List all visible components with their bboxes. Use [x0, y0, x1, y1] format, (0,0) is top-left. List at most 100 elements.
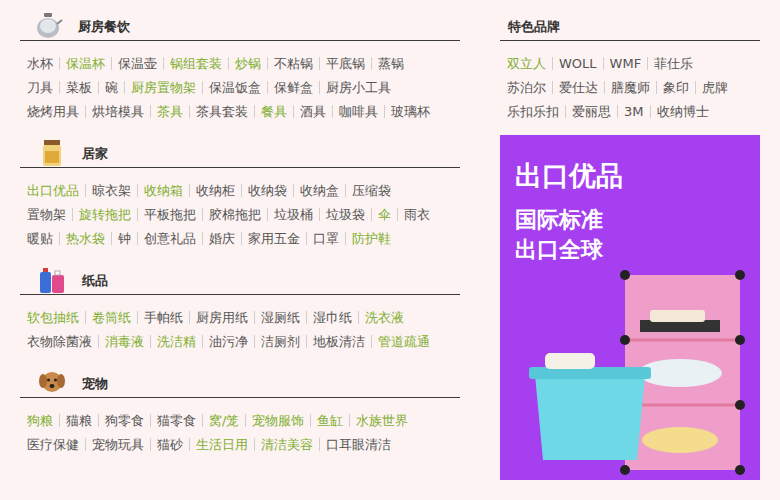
category-link[interactable]: 水杯 — [20, 57, 59, 70]
category-link[interactable]: 婚庆 — [202, 232, 241, 245]
category-link[interactable]: 钟 — [111, 232, 137, 245]
section-icon — [30, 137, 74, 167]
category-link[interactable]: 医疗保健 — [20, 438, 85, 451]
category-link[interactable]: 洗洁精 — [150, 335, 202, 348]
category-link[interactable]: 收纳博士 — [650, 105, 715, 118]
category-link[interactable]: 保鲜盒 — [267, 81, 319, 94]
category-link[interactable]: 胶棉拖把 — [202, 208, 267, 221]
category-link[interactable]: 乐扣乐扣 — [500, 105, 565, 118]
category-link[interactable]: 保温杯 — [59, 57, 111, 70]
category-link[interactable]: 狗粮 — [20, 414, 59, 427]
category-link[interactable]: 烧烤用具 — [20, 105, 85, 118]
category-link[interactable]: 旋转拖把 — [72, 208, 137, 221]
category-link[interactable]: 家用五金 — [241, 232, 306, 245]
promo-banner[interactable]: 出口优品国际标准出口全球 — [500, 135, 760, 480]
category-link[interactable]: 置物架 — [20, 208, 72, 221]
category-link[interactable]: 口罩 — [306, 232, 345, 245]
category-link[interactable]: 猫零食 — [150, 414, 202, 427]
category-link[interactable]: 平板拖把 — [137, 208, 202, 221]
category-link[interactable]: 软包抽纸 — [20, 311, 85, 324]
category-link[interactable]: 宠物服饰 — [245, 414, 310, 427]
category-link[interactable]: 狗零食 — [98, 414, 150, 427]
category-link[interactable]: 管道疏通 — [371, 335, 436, 348]
category-link[interactable]: 象印 — [656, 81, 695, 94]
category-link[interactable]: 湿巾纸 — [306, 311, 358, 324]
category-link[interactable]: 爱丽思 — [565, 105, 617, 118]
category-link[interactable]: 洁厕剂 — [254, 335, 306, 348]
link-list: 水杯保温杯保温壶锅组套装炒锅不粘锅平底锅蒸锅刀具菜板碗厨房置物架保温饭盒保鲜盒厨… — [20, 51, 460, 123]
category-link[interactable]: 茶具 — [150, 105, 189, 118]
category-link[interactable]: 鱼缸 — [310, 414, 349, 427]
category-link[interactable]: 厨房小工具 — [319, 81, 397, 94]
category-link[interactable]: 菲仕乐 — [647, 57, 699, 70]
category-link[interactable]: 爱仕达 — [552, 81, 604, 94]
category-link[interactable]: 虎牌 — [695, 81, 734, 94]
category-link[interactable]: 地板清洁 — [306, 335, 371, 348]
category-link[interactable]: 收纳盒 — [293, 184, 345, 197]
section-icon — [30, 367, 74, 397]
category-link[interactable]: 厨房用纸 — [189, 311, 254, 324]
category-link[interactable]: 口耳眼清洁 — [319, 438, 397, 451]
category-section: 厨房餐饮水杯保温杯保温壶锅组套装炒锅不粘锅平底锅蒸锅刀具菜板碗厨房置物架保温饭盒… — [20, 18, 460, 123]
category-link[interactable]: 卷筒纸 — [85, 311, 137, 324]
category-link[interactable]: 伞 — [371, 208, 397, 221]
category-link[interactable]: 垃圾袋 — [319, 208, 371, 221]
category-link[interactable]: 防护鞋 — [345, 232, 397, 245]
category-link[interactable]: 猫粮 — [59, 414, 98, 427]
section-title: 特色品牌 — [500, 18, 560, 40]
category-link[interactable]: 窝/笼 — [202, 414, 245, 427]
section-title: 厨房餐饮 — [70, 18, 130, 40]
category-link[interactable]: 消毒液 — [98, 335, 150, 348]
category-link[interactable]: 不粘锅 — [267, 57, 319, 70]
category-link[interactable]: 油污净 — [202, 335, 254, 348]
category-link[interactable]: 衣物除菌液 — [20, 335, 98, 348]
category-link[interactable]: 餐具 — [254, 105, 293, 118]
category-link[interactable]: 锅组套装 — [163, 57, 228, 70]
category-link[interactable]: 3M — [617, 105, 650, 118]
category-link[interactable]: 猫砂 — [150, 438, 189, 451]
category-link[interactable]: 烘培模具 — [85, 105, 150, 118]
category-link[interactable]: 创意礼品 — [137, 232, 202, 245]
category-link[interactable]: WMF — [603, 57, 648, 70]
category-link[interactable]: 晾衣架 — [85, 184, 137, 197]
category-link[interactable]: 保温壶 — [111, 57, 163, 70]
category-link[interactable]: 压缩袋 — [345, 184, 397, 197]
category-link[interactable]: 手帕纸 — [137, 311, 189, 324]
category-link[interactable]: 保温饭盒 — [202, 81, 267, 94]
category-link[interactable]: 收纳柜 — [189, 184, 241, 197]
category-link[interactable]: 收纳箱 — [137, 184, 189, 197]
category-link[interactable]: 玻璃杯 — [384, 105, 436, 118]
category-link[interactable]: 茶具套装 — [189, 105, 254, 118]
category-link[interactable]: 热水袋 — [59, 232, 111, 245]
category-link[interactable]: 蒸锅 — [371, 57, 410, 70]
category-link[interactable]: 生活日用 — [189, 438, 254, 451]
category-link[interactable]: 刀具 — [20, 81, 59, 94]
category-link[interactable]: 洗衣液 — [358, 311, 410, 324]
category-link[interactable]: 水族世界 — [349, 414, 414, 427]
category-link[interactable]: 炒锅 — [228, 57, 267, 70]
category-link[interactable]: 平底锅 — [319, 57, 371, 70]
section-header: 宠物 — [20, 375, 460, 398]
category-link[interactable]: 宠物玩具 — [85, 438, 150, 451]
category-link[interactable]: 酒具 — [293, 105, 332, 118]
banner-line: 出口全球 — [515, 235, 760, 265]
category-link[interactable]: 雨衣 — [397, 208, 436, 221]
link-row: 烧烤用具烘培模具茶具茶具套装餐具酒具咖啡具玻璃杯 — [20, 99, 460, 123]
category-link[interactable]: WOLL — [552, 57, 603, 70]
category-link[interactable]: 暖贴 — [20, 232, 59, 245]
category-link[interactable]: 垃圾桶 — [267, 208, 319, 221]
category-link[interactable]: 湿厕纸 — [254, 311, 306, 324]
category-link[interactable]: 咖啡具 — [332, 105, 384, 118]
section-icon — [26, 10, 70, 40]
category-link[interactable]: 清洁美容 — [254, 438, 319, 451]
category-link[interactable]: 菜板 — [59, 81, 98, 94]
category-link[interactable]: 厨房置物架 — [124, 81, 202, 94]
category-link[interactable]: 碗 — [98, 81, 124, 94]
category-link[interactable]: 膳魔师 — [604, 81, 656, 94]
category-link[interactable]: 收纳袋 — [241, 184, 293, 197]
category-link[interactable]: 苏泊尔 — [500, 81, 552, 94]
category-link[interactable]: 出口优品 — [20, 184, 85, 197]
category-link[interactable]: 双立人 — [500, 57, 552, 70]
link-row: 软包抽纸卷筒纸手帕纸厨房用纸湿厕纸湿巾纸洗衣液 — [20, 305, 460, 329]
section-header: 纸品 — [20, 272, 460, 295]
